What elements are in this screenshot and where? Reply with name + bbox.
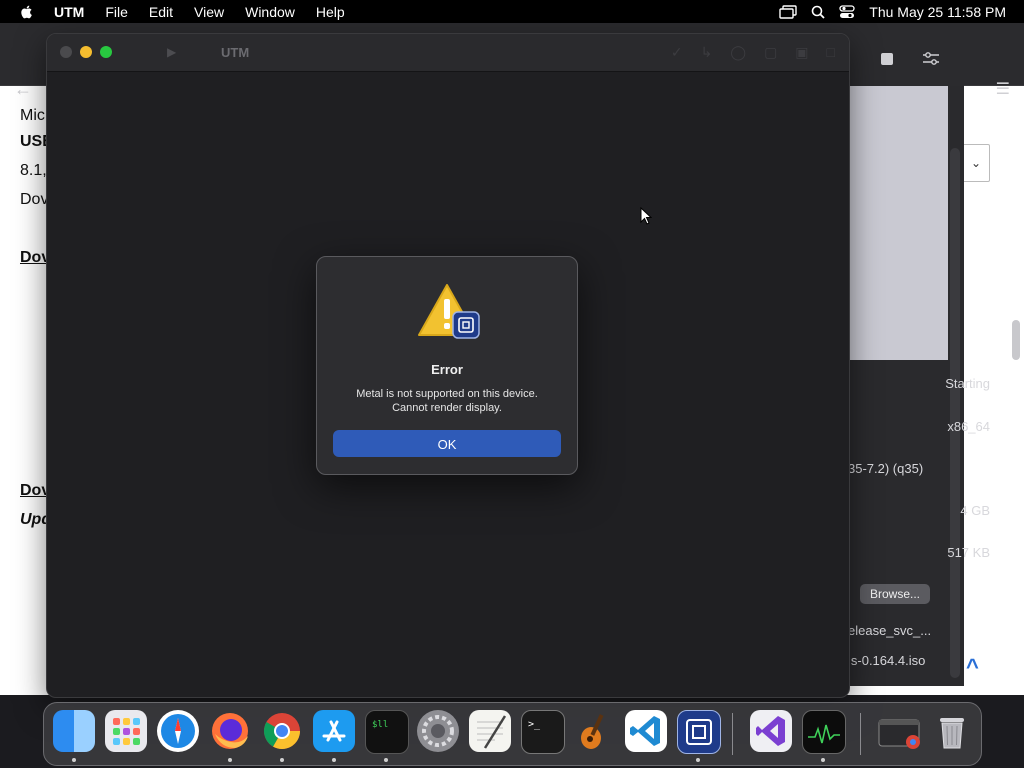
firefox-icon[interactable] <box>209 710 251 752</box>
launchpad-icon[interactable] <box>105 710 147 752</box>
menu-bar: UTM File Edit View Window Help Thu May 2… <box>0 0 1024 23</box>
alert-message-line: Cannot render display. <box>392 402 502 414</box>
textedit-icon[interactable] <box>469 710 511 752</box>
activity-monitor-icon[interactable] <box>802 710 846 754</box>
minimize-window-button[interactable] <box>80 46 92 58</box>
dropdown-chevron[interactable]: ⌄ <box>962 144 990 182</box>
menu-view[interactable]: View <box>194 4 224 20</box>
vm-status: Starting <box>945 376 990 391</box>
error-alert-dialog: Error Metal is not supported on this dev… <box>316 256 578 475</box>
vscode-icon[interactable] <box>625 710 667 752</box>
ok-button[interactable]: OK <box>333 430 561 457</box>
search-icon[interactable] <box>811 5 825 19</box>
panel-scrollbar[interactable] <box>950 148 960 678</box>
menu-window[interactable]: Window <box>245 4 295 20</box>
svg-text:>_: >_ <box>528 719 541 730</box>
stop-icon[interactable] <box>880 52 894 66</box>
app-store-icon[interactable] <box>313 710 355 752</box>
vm-file-name: elease_svc_... <box>848 623 932 638</box>
vm-preview[interactable] <box>848 86 948 360</box>
menu-file[interactable]: File <box>105 4 128 20</box>
terminal-icon[interactable]: >_ <box>521 710 565 754</box>
menu-extras: Thu May 25 11:58 PM <box>765 0 1006 23</box>
side-panel-toolbar <box>848 36 964 86</box>
scroll-to-top-icon[interactable]: ^ <box>966 654 979 680</box>
vm-architecture: x86_64 <box>947 419 990 434</box>
running-indicator <box>280 758 284 762</box>
vm-size: 517 KB <box>947 545 990 560</box>
dock: $ll >_ <box>43 702 982 766</box>
running-indicator <box>332 758 336 762</box>
resize-icon[interactable]: □ <box>827 44 835 61</box>
warning-icon <box>418 284 480 339</box>
drive-icon[interactable]: ↳ <box>701 44 713 61</box>
shared-folder-icon[interactable]: ◯ <box>730 44 746 61</box>
menu-edit[interactable]: Edit <box>149 4 173 20</box>
apple-icon[interactable] <box>18 4 36 20</box>
keyboard-icon[interactable]: ▣ <box>795 44 808 61</box>
doc-text-line: Dov <box>20 191 49 208</box>
chrome-app-icon[interactable] <box>877 710 925 752</box>
svg-text:$ll: $ll <box>372 720 388 730</box>
scrollbar-thumb[interactable] <box>1012 320 1020 360</box>
running-indicator <box>696 758 700 762</box>
mouse-cursor-icon <box>640 207 652 225</box>
browse-button[interactable]: Browse... <box>860 584 930 604</box>
running-indicator <box>384 758 388 762</box>
finder-icon[interactable] <box>53 710 95 752</box>
settings-sliders-icon[interactable] <box>922 51 940 67</box>
alert-message-line: Metal is not supported on this device. <box>356 388 538 400</box>
play-icon[interactable]: ▶ <box>167 45 176 59</box>
garageband-icon[interactable] <box>573 710 615 752</box>
trash-small-icon[interactable]: ▢ <box>764 44 777 61</box>
dock-separator <box>860 713 861 755</box>
vm-machine: 35-7.2) (q35) <box>848 461 924 476</box>
sidebar-menu-icon[interactable]: ☰ <box>996 79 1010 99</box>
back-arrow-icon[interactable]: ← <box>14 79 34 99</box>
menu-clock[interactable]: Thu May 25 11:58 PM <box>869 4 1006 20</box>
usb-icon[interactable]: ✓ <box>671 44 683 61</box>
doc-text-line: 8.1, <box>20 162 47 179</box>
dock-separator <box>732 713 733 755</box>
utm-icon[interactable] <box>677 710 721 754</box>
doc-text-line: Mic <box>20 107 45 124</box>
alert-message: Metal is not supported on this device. C… <box>317 387 577 415</box>
display-mirror-icon[interactable] <box>779 4 797 19</box>
control-center-icon[interactable] <box>839 4 855 19</box>
safari-icon[interactable] <box>157 710 199 752</box>
menu-app-name[interactable]: UTM <box>54 4 84 20</box>
trash-icon[interactable] <box>931 710 973 752</box>
chrome-icon[interactable] <box>261 710 303 752</box>
vm-iso-name: ls-0.164.4.iso <box>848 653 926 668</box>
visual-studio-icon[interactable] <box>750 710 792 752</box>
activity-terminal-icon[interactable]: $ll <box>365 710 409 754</box>
system-settings-icon[interactable] <box>417 710 459 752</box>
running-indicator <box>228 758 232 762</box>
window-titlebar: ▶ UTM ✓ ↳ ◯ ▢ ▣ □ <box>47 34 849 72</box>
alert-title: Error <box>431 362 463 377</box>
zoom-window-button[interactable] <box>100 46 112 58</box>
vm-memory: 4 GB <box>960 503 990 518</box>
running-indicator <box>821 758 825 762</box>
close-window-button[interactable] <box>60 46 72 58</box>
running-indicator <box>72 758 76 762</box>
window-title: UTM <box>221 45 250 60</box>
menu-help[interactable]: Help <box>316 4 345 20</box>
window-toolbar-icons: ✓ ↳ ◯ ▢ ▣ □ <box>671 44 835 61</box>
